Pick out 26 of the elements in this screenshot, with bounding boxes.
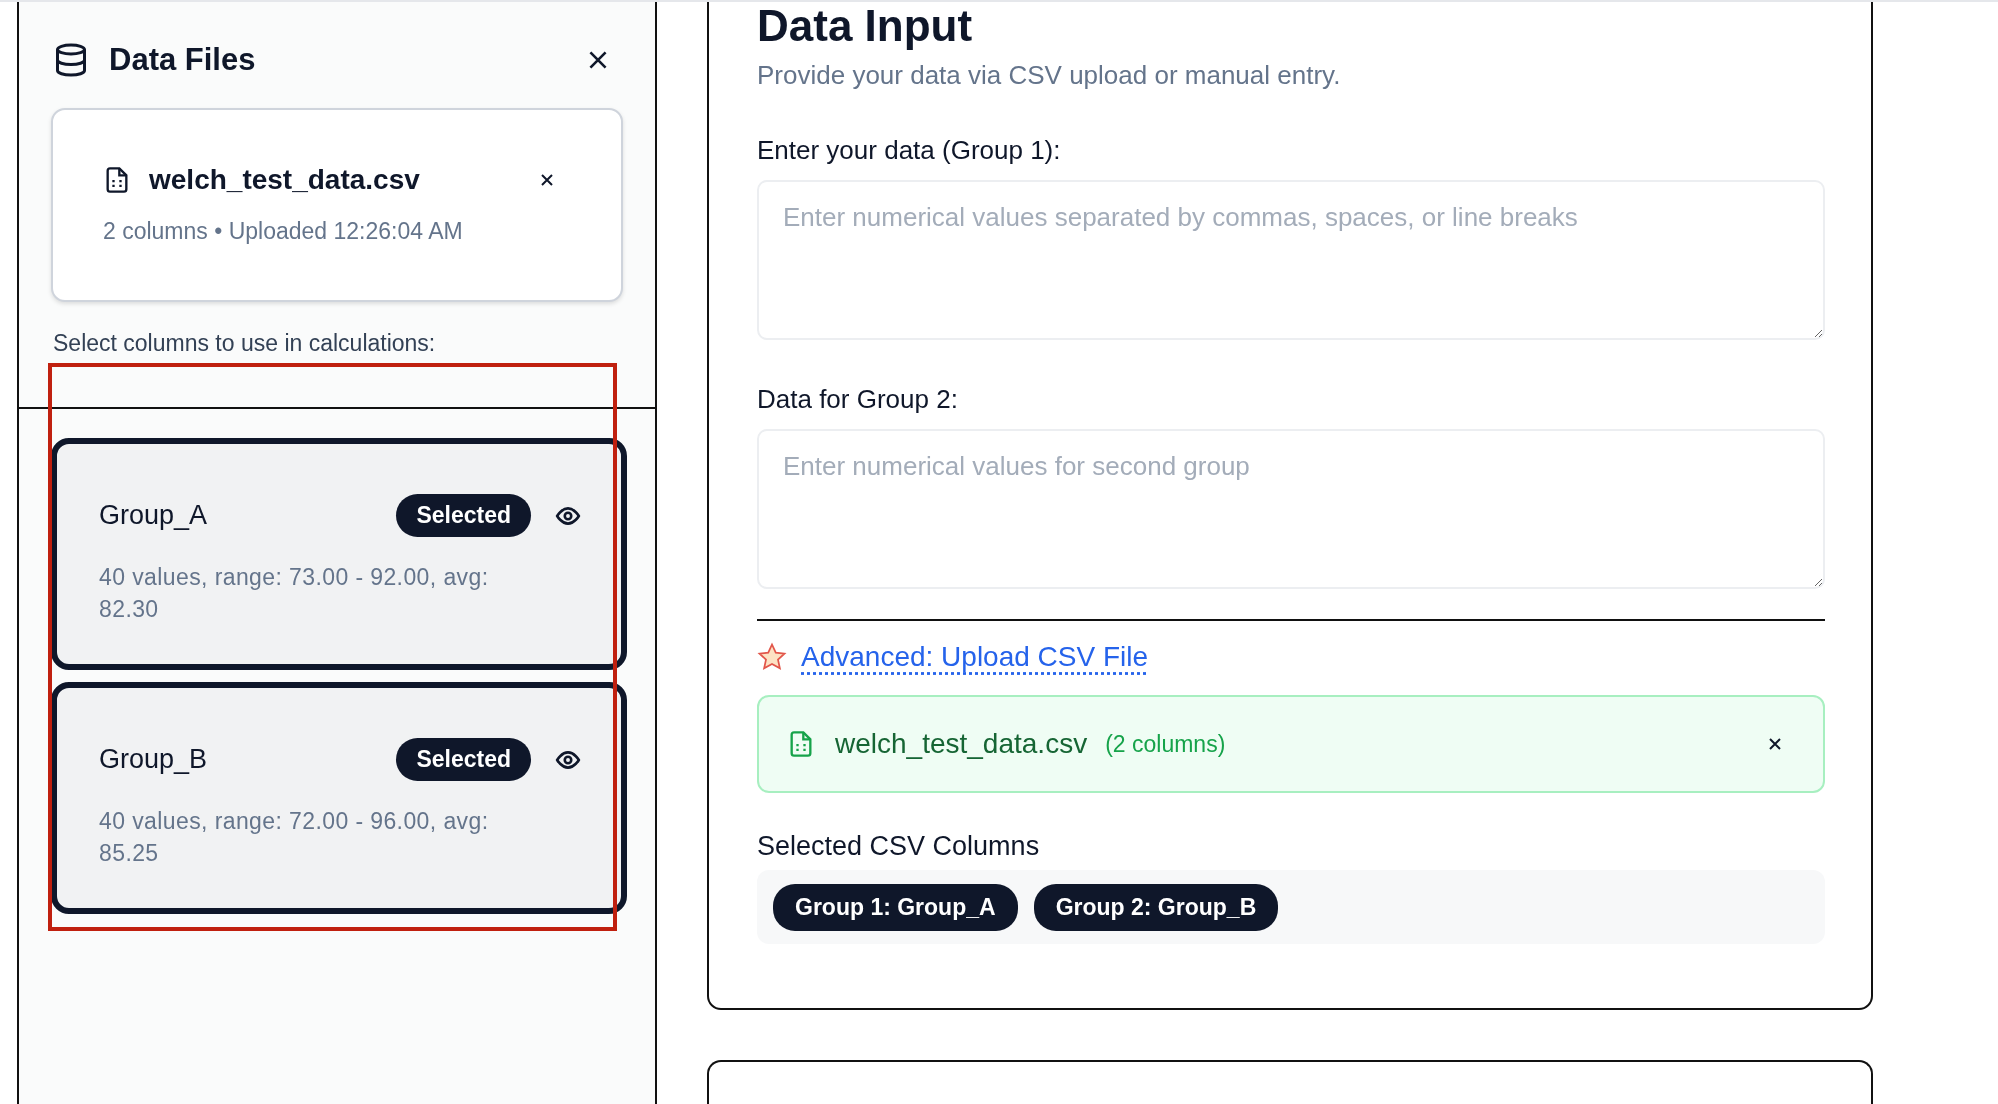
column-card[interactable]: Group_A Selected 40 values, range: 73.00 - 92.00, avg: 82.30	[51, 438, 627, 670]
section-subtitle: Provide your data via CSV upload or manual entry.	[757, 60, 1342, 91]
column-card[interactable]: Group_B Selected 40 values, range: 72.00 - 96.00, avg: 85.25	[51, 682, 627, 914]
data-input-field[interactable]: Enter numerical values for second group	[757, 429, 1825, 589]
section-title: Data Input	[757, 2, 974, 52]
panel-title: Data Files	[109, 42, 257, 78]
upload-csv-link[interactable]: Advanced: Upload CSV File	[801, 641, 1149, 673]
column-name: Group_B	[99, 744, 209, 775]
file-name: welch_test_data.csv	[149, 164, 421, 196]
field-label: Data for Group 2:	[757, 384, 959, 415]
database-icon	[53, 41, 89, 79]
file-meta: 2 columns • Uploaded 12:26:04 AM	[103, 218, 464, 245]
column-stats: 40 values, range: 73.00 - 92.00, avg: 82.30	[99, 563, 490, 624]
field-label: Enter your data (Group 1):	[757, 135, 1062, 166]
selected-badge: Selected	[396, 738, 531, 781]
column-chip: Group 2: Group_B	[1033, 883, 1279, 931]
column-stats: 40 values, range: 72.00 - 96.00, avg: 85.25	[99, 807, 490, 868]
selected-columns-heading: Selected CSV Columns	[757, 831, 1041, 862]
column-count: (2 columns)	[1105, 730, 1227, 758]
column-chip: Group 1: Group_A	[773, 883, 1018, 931]
data-input-field[interactable]: Enter numerical values separated by commas, spaces, or line breaks	[757, 180, 1825, 340]
selected-badge: Selected	[396, 494, 531, 537]
file-name: welch_test_data.csv	[835, 728, 1088, 760]
column-prompt: Select columns to use in calculations:	[53, 330, 437, 357]
star-icon	[757, 642, 787, 672]
column-name: Group_A	[99, 500, 209, 531]
